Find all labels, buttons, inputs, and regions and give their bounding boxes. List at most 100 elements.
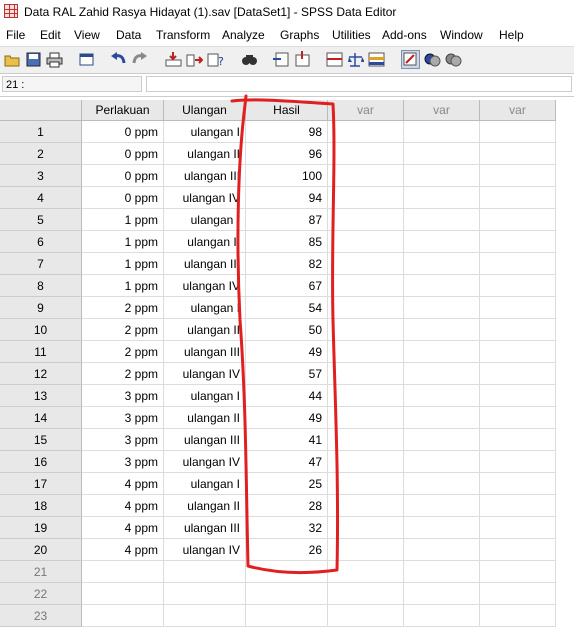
cell-empty[interactable]	[404, 385, 480, 407]
cell-ulangan[interactable]: ulangan II	[164, 319, 246, 341]
row-number[interactable]: 3	[0, 165, 82, 187]
cell-empty[interactable]	[328, 187, 404, 209]
cell-empty[interactable]	[82, 583, 164, 605]
cell-empty[interactable]	[480, 583, 556, 605]
cell-hasil[interactable]: 57	[246, 363, 328, 385]
undo-icon[interactable]	[110, 51, 127, 68]
cell-hasil[interactable]: 85	[246, 231, 328, 253]
cell-ulangan[interactable]: ulangan III	[164, 253, 246, 275]
row-number[interactable]: 9	[0, 297, 82, 319]
row-number[interactable]: 16	[0, 451, 82, 473]
print-icon[interactable]	[46, 51, 63, 68]
menu-transform[interactable]: Transform	[156, 28, 210, 42]
insert-cases-icon[interactable]	[273, 51, 290, 68]
cell-empty[interactable]	[328, 583, 404, 605]
cell-hasil[interactable]: 26	[246, 539, 328, 561]
cell-empty[interactable]	[404, 209, 480, 231]
row-number[interactable]: 15	[0, 429, 82, 451]
split-file-icon[interactable]	[326, 51, 343, 68]
cell-ulangan[interactable]: ulangan II	[164, 231, 246, 253]
menu-utilities[interactable]: Utilities	[332, 28, 371, 42]
cell-empty[interactable]	[246, 561, 328, 583]
column-header-perlakuan[interactable]: Perlakuan	[82, 100, 164, 121]
cell-ulangan[interactable]: ulangan III	[164, 341, 246, 363]
cell-empty[interactable]	[404, 187, 480, 209]
cell-empty[interactable]	[480, 209, 556, 231]
cell-ulangan[interactable]: ulangan I	[164, 385, 246, 407]
menu-view[interactable]: View	[74, 28, 100, 42]
cell-ulangan[interactable]: ulangan IV	[164, 539, 246, 561]
row-number[interactable]: 4	[0, 187, 82, 209]
row-number[interactable]: 1	[0, 121, 82, 143]
cell-perlakuan[interactable]: 3 ppm	[82, 451, 164, 473]
column-header-var[interactable]: var	[328, 100, 404, 121]
cell-empty[interactable]	[404, 363, 480, 385]
column-header-hasil[interactable]: Hasil	[246, 100, 328, 121]
cell-empty[interactable]	[82, 561, 164, 583]
column-header-ulangan[interactable]: Ulangan	[164, 100, 246, 121]
cell-empty[interactable]	[404, 561, 480, 583]
row-number[interactable]: 19	[0, 517, 82, 539]
cell-ulangan[interactable]: ulangan IV	[164, 275, 246, 297]
row-number[interactable]: 18	[0, 495, 82, 517]
use-sets-icon[interactable]	[424, 51, 441, 68]
cell-hasil[interactable]: 44	[246, 385, 328, 407]
menu-edit[interactable]: Edit	[40, 28, 61, 42]
cell-empty[interactable]	[404, 517, 480, 539]
cell-hasil[interactable]: 25	[246, 473, 328, 495]
cell-empty[interactable]	[328, 429, 404, 451]
cell-empty[interactable]	[480, 297, 556, 319]
cell-empty[interactable]	[404, 275, 480, 297]
cell-empty[interactable]	[82, 605, 164, 627]
open-icon[interactable]	[4, 51, 21, 68]
cell-empty[interactable]	[480, 253, 556, 275]
cell-empty[interactable]	[404, 297, 480, 319]
cell-ulangan[interactable]: ulangan III	[164, 517, 246, 539]
cell-perlakuan[interactable]: 1 ppm	[82, 209, 164, 231]
cell-hasil[interactable]: 32	[246, 517, 328, 539]
cell-perlakuan[interactable]: 4 ppm	[82, 495, 164, 517]
cell-hasil[interactable]: 50	[246, 319, 328, 341]
cell-empty[interactable]	[404, 451, 480, 473]
cell-hasil[interactable]: 49	[246, 407, 328, 429]
cell-empty[interactable]	[246, 583, 328, 605]
insert-variable-icon[interactable]	[294, 51, 311, 68]
row-number[interactable]: 7	[0, 253, 82, 275]
cell-ulangan[interactable]: ulangan II	[164, 407, 246, 429]
cell-empty[interactable]	[480, 561, 556, 583]
cell-empty[interactable]	[328, 451, 404, 473]
cell-empty[interactable]	[164, 561, 246, 583]
cell-perlakuan[interactable]: 3 ppm	[82, 385, 164, 407]
cell-empty[interactable]	[404, 121, 480, 143]
corner-header[interactable]	[0, 100, 82, 121]
row-number[interactable]: 22	[0, 583, 82, 605]
dialog-recall-icon[interactable]	[78, 51, 95, 68]
cell-empty[interactable]	[328, 495, 404, 517]
cell-hasil[interactable]: 67	[246, 275, 328, 297]
cell-empty[interactable]	[328, 319, 404, 341]
column-header-var[interactable]: var	[404, 100, 480, 121]
cell-hasil[interactable]: 98	[246, 121, 328, 143]
row-number[interactable]: 2	[0, 143, 82, 165]
cell-empty[interactable]	[480, 495, 556, 517]
cell-empty[interactable]	[246, 605, 328, 627]
cell-empty[interactable]	[404, 253, 480, 275]
cell-empty[interactable]	[404, 429, 480, 451]
cell-empty[interactable]	[480, 121, 556, 143]
cell-ulangan[interactable]: ulangan I	[164, 121, 246, 143]
cell-empty[interactable]	[480, 363, 556, 385]
cell-hasil[interactable]: 94	[246, 187, 328, 209]
cell-ulangan[interactable]: ulangan I	[164, 473, 246, 495]
cell-ulangan[interactable]: ulangan IV	[164, 363, 246, 385]
column-header-var[interactable]: var	[480, 100, 556, 121]
row-number[interactable]: 23	[0, 605, 82, 627]
cell-perlakuan[interactable]: 0 ppm	[82, 165, 164, 187]
cell-empty[interactable]	[480, 341, 556, 363]
cell-empty[interactable]	[480, 187, 556, 209]
cell-perlakuan[interactable]: 2 ppm	[82, 363, 164, 385]
cell-empty[interactable]	[328, 473, 404, 495]
cell-hasil[interactable]: 82	[246, 253, 328, 275]
select-cases-icon[interactable]	[368, 51, 385, 68]
cell-empty[interactable]	[328, 297, 404, 319]
row-number[interactable]: 21	[0, 561, 82, 583]
